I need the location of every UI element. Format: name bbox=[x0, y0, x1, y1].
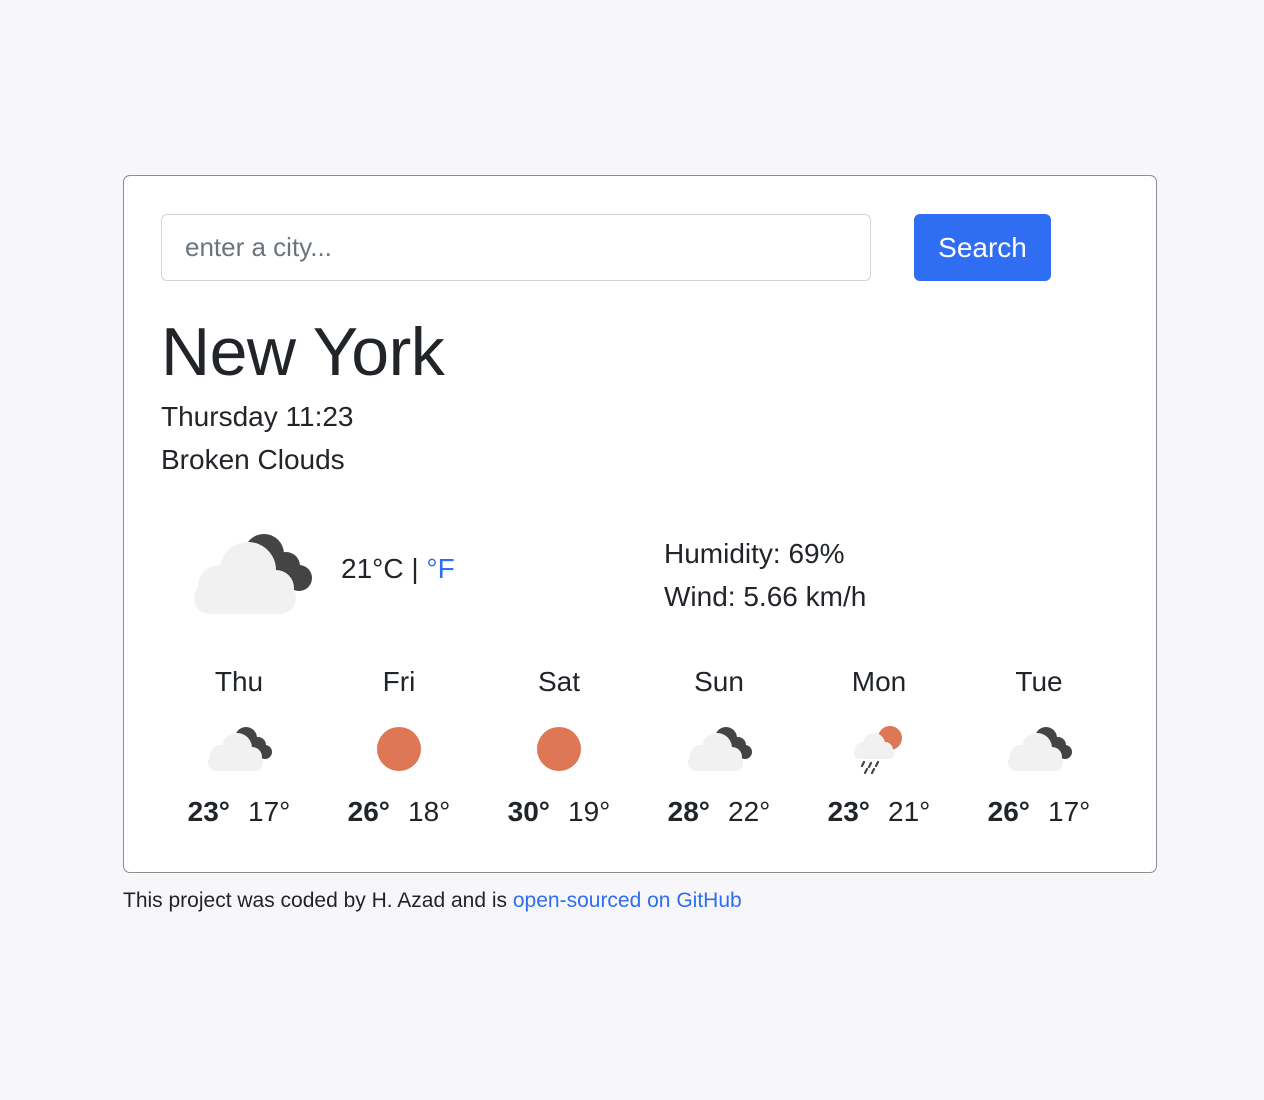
forecast: Thu 23° 17° Fri 26° 18° Sat 30° 19° Sun … bbox=[161, 664, 1121, 844]
forecast-day-name: Fri bbox=[382, 666, 416, 697]
weather-card: Search New York Thursday 11:23 Broken Cl… bbox=[123, 175, 1157, 873]
forecast-temps: 23° 17° bbox=[159, 794, 319, 830]
forecast-min: 19° bbox=[568, 796, 611, 827]
forecast-temps: 26° 17° bbox=[959, 794, 1119, 830]
temperature-value: 21 bbox=[341, 553, 373, 584]
fahrenheit-link[interactable]: °F bbox=[426, 553, 454, 584]
footer-text: This project was coded by H. Azad and is bbox=[123, 889, 513, 912]
forecast-max: 28° bbox=[667, 796, 710, 827]
broken-clouds-icon bbox=[194, 534, 312, 614]
forecast-temps: 23° 21° bbox=[799, 794, 959, 830]
forecast-max: 23° bbox=[827, 796, 870, 827]
forecast-day: Fri 26° 18° bbox=[319, 664, 479, 830]
sun-icon bbox=[377, 727, 421, 771]
forecast-min: 18° bbox=[408, 796, 451, 827]
forecast-max: 30° bbox=[507, 796, 550, 827]
forecast-day: Tue 26° 17° bbox=[959, 664, 1119, 830]
github-link[interactable]: open-sourced on GitHub bbox=[513, 889, 742, 912]
forecast-min: 22° bbox=[728, 796, 771, 827]
weather-description: Broken Clouds bbox=[161, 444, 345, 475]
forecast-day: Thu 23° 17° bbox=[159, 664, 319, 830]
city-search-input[interactable] bbox=[161, 214, 871, 281]
forecast-day-name: Mon bbox=[851, 666, 907, 697]
broken-clouds-icon bbox=[208, 727, 272, 771]
forecast-day-name: Thu bbox=[214, 666, 264, 697]
broken-clouds-icon bbox=[1008, 727, 1072, 771]
forecast-min: 21° bbox=[888, 796, 931, 827]
wind: Wind: 5.66 km/h bbox=[664, 581, 867, 612]
current-datetime: Thursday 11:23 bbox=[161, 401, 354, 432]
broken-clouds-icon bbox=[688, 727, 752, 771]
rain-sun-icon bbox=[854, 726, 902, 774]
forecast-temps: 30° 19° bbox=[479, 794, 639, 830]
weather-details: Humidity: 69% Wind: 5.66 km/h bbox=[664, 532, 866, 618]
forecast-day-name: Sat bbox=[537, 666, 581, 697]
forecast-day: Sat 30° 19° bbox=[479, 664, 639, 830]
forecast-temps: 26° 18° bbox=[319, 794, 479, 830]
forecast-max: 23° bbox=[187, 796, 230, 827]
humidity: Humidity: 69% bbox=[664, 538, 845, 569]
forecast-max: 26° bbox=[987, 796, 1030, 827]
forecast-day: Sun 28° 22° bbox=[639, 664, 799, 830]
forecast-max: 26° bbox=[347, 796, 390, 827]
forecast-day: Mon 23° 21° bbox=[799, 664, 959, 830]
search-button[interactable]: Search bbox=[914, 214, 1051, 281]
forecast-min: 17° bbox=[248, 796, 291, 827]
city-name: New York bbox=[161, 314, 445, 390]
sun-icon bbox=[537, 727, 581, 771]
unit-separator: | bbox=[411, 553, 419, 584]
forecast-day-name: Sun bbox=[694, 666, 744, 697]
forecast-temps: 28° 22° bbox=[639, 794, 799, 830]
forecast-min: 17° bbox=[1048, 796, 1091, 827]
forecast-day-name: Tue bbox=[1015, 666, 1063, 697]
current-temperature: 21°C | °F bbox=[341, 551, 455, 587]
celsius-unit: °C bbox=[372, 553, 404, 584]
footer: This project was coded by H. Azad and is… bbox=[123, 887, 742, 915]
